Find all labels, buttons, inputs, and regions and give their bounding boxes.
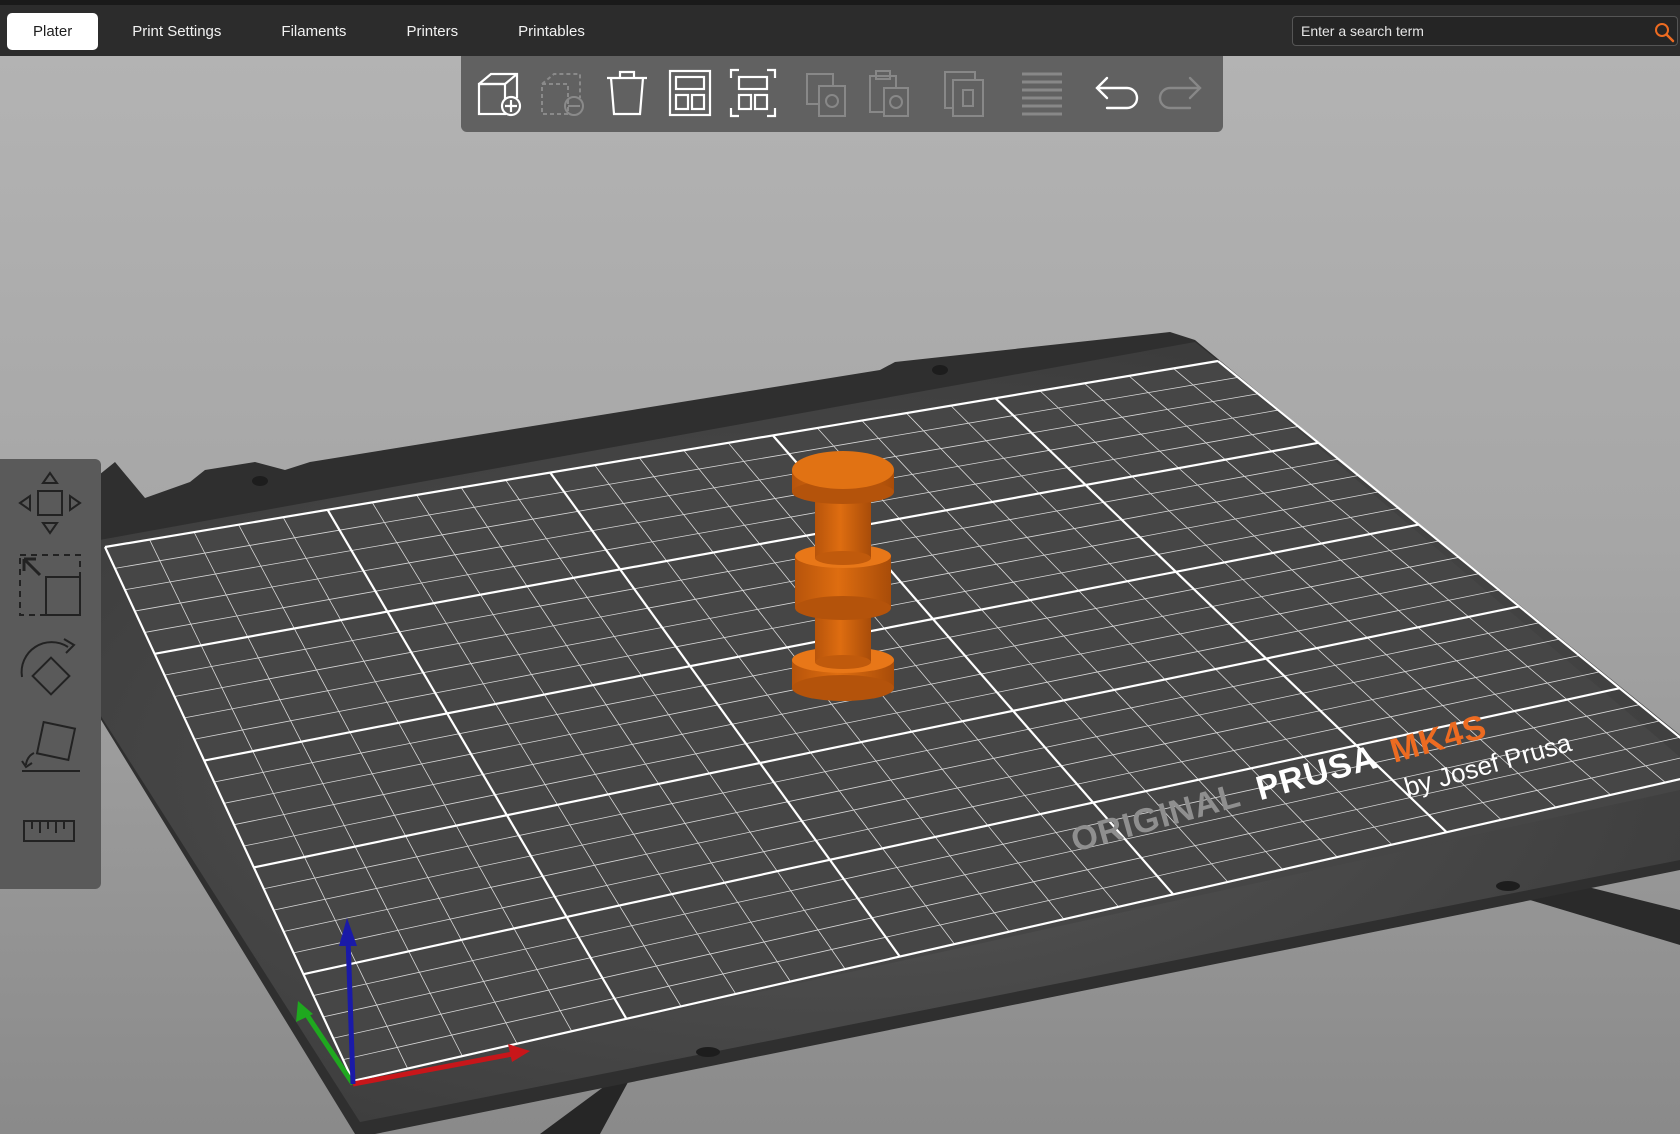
3d-viewport[interactable]: ORIGINAL PRUSA MK4S by Josef Prusa	[0, 56, 1680, 1134]
arrange-icon[interactable]	[664, 66, 716, 120]
main-tabs: Plater Print Settings Filaments Printers…	[7, 13, 619, 50]
bed-hole	[252, 476, 268, 486]
copy-icon[interactable]	[801, 66, 853, 120]
tab-filaments[interactable]: Filaments	[255, 13, 372, 50]
move-icon[interactable]	[12, 465, 88, 541]
bed-hole	[696, 1047, 720, 1057]
tab-printables[interactable]: Printables	[492, 13, 611, 50]
tab-plater[interactable]: Plater	[7, 13, 99, 50]
gizmo-toolbar	[0, 459, 101, 889]
search-box	[1292, 16, 1678, 46]
add-instance-icon[interactable]	[939, 66, 991, 120]
undo-icon[interactable]	[1091, 66, 1143, 120]
delete-object-icon[interactable]	[538, 66, 590, 120]
tab-print-settings[interactable]: Print Settings	[106, 13, 247, 50]
search-input[interactable]	[1293, 17, 1641, 45]
delete-all-icon[interactable]	[601, 66, 653, 120]
3d-scene: ORIGINAL PRUSA MK4S by Josef Prusa	[0, 332, 1680, 1134]
rotate-icon[interactable]	[12, 629, 88, 705]
search-icon[interactable]	[1653, 21, 1675, 43]
bed-hole	[1496, 881, 1520, 891]
redo-icon[interactable]	[1154, 66, 1206, 120]
measure-icon[interactable]	[12, 793, 88, 869]
top-tab-bar: Plater Print Settings Filaments Printers…	[0, 0, 1680, 56]
plater-toolbar	[461, 56, 1223, 132]
paste-icon[interactable]	[864, 66, 916, 120]
scale-icon[interactable]	[12, 547, 88, 623]
layers-icon[interactable]	[1016, 66, 1068, 120]
place-on-face-icon[interactable]	[12, 711, 88, 787]
add-object-icon[interactable]	[475, 66, 527, 120]
arrange-selection-icon[interactable]	[727, 66, 779, 120]
tab-printers[interactable]: Printers	[380, 13, 484, 50]
model-object[interactable]	[792, 451, 894, 701]
bed-hole	[932, 365, 948, 375]
